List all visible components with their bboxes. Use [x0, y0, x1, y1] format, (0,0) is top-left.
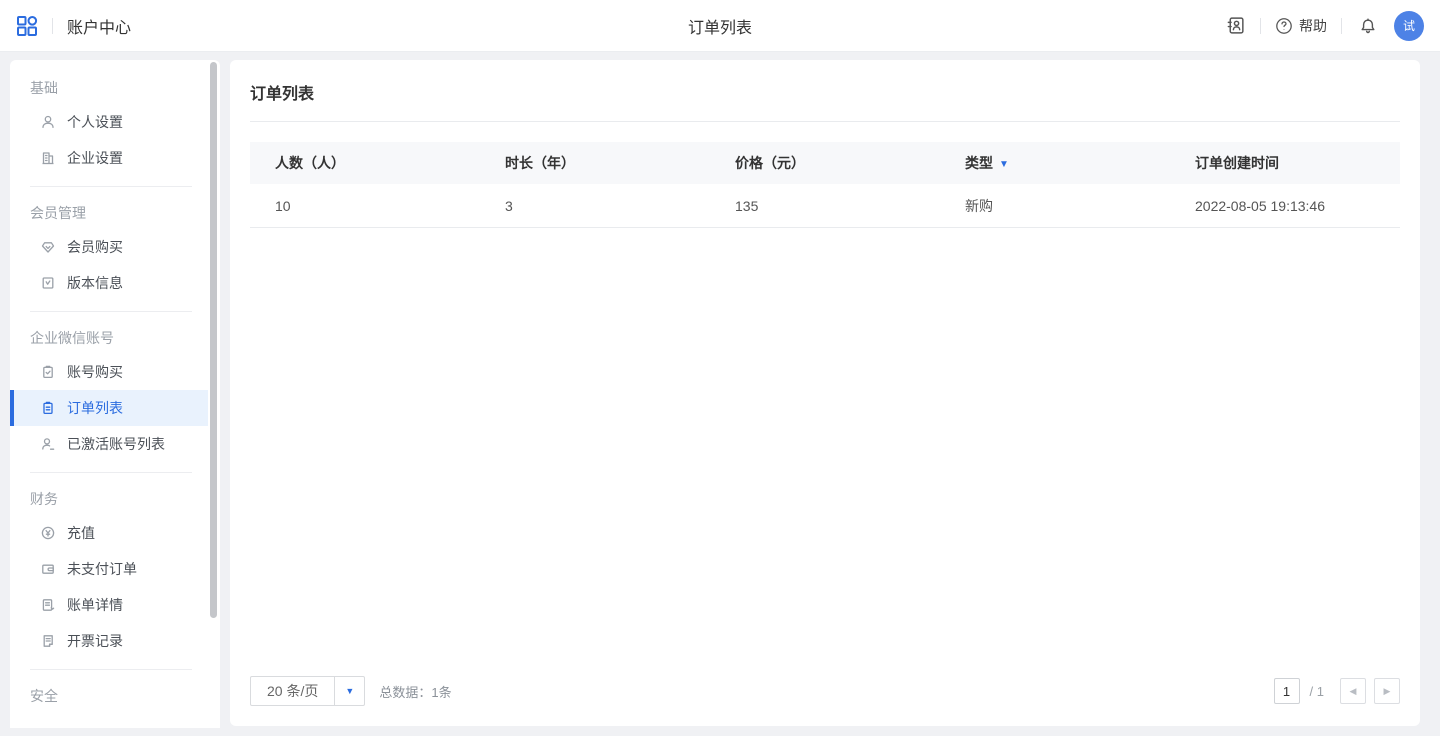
coin-icon — [40, 525, 56, 541]
sidebar-divider — [30, 669, 192, 670]
help-button[interactable]: 帮助 — [1275, 16, 1327, 36]
sidebar-divider — [30, 472, 192, 473]
clipboard-check-icon — [40, 364, 56, 380]
page-title: 订单列表 — [0, 0, 1440, 52]
next-page-button[interactable]: ▶ — [1374, 678, 1400, 704]
orders-table: 人数（人） 时长（年） 价格（元） 类型▼ 订单创建时间 10 3 135 新购… — [250, 142, 1400, 228]
table-header-row: 人数（人） 时长（年） 价格（元） 类型▼ 订单创建时间 — [250, 142, 1400, 184]
column-header-people: 人数（人） — [250, 153, 480, 173]
top-header: 账户中心 订单列表 帮助 — [0, 0, 1440, 52]
sidebar-item-personal-settings[interactable]: 个人设置 — [10, 104, 208, 140]
bill-icon — [40, 597, 56, 613]
title-divider — [250, 121, 1400, 122]
header-divider — [1260, 18, 1261, 34]
sidebar-item-bill-details[interactable]: 账单详情 — [10, 587, 208, 623]
clipboard-list-icon — [40, 400, 56, 416]
sidebar-item-version-info[interactable]: 版本信息 — [10, 265, 208, 301]
sidebar-section-membership: 会员管理 — [10, 197, 220, 229]
column-header-created-time: 订单创建时间 — [1170, 153, 1400, 173]
sidebar-item-recharge[interactable]: 充值 — [10, 515, 208, 551]
sidebar-item-label: 账号购买 — [67, 362, 123, 382]
sidebar-item-member-purchase[interactable]: 会员购买 — [10, 229, 208, 265]
header-divider — [52, 18, 53, 34]
sidebar-section-basic: 基础 — [10, 72, 220, 104]
chevron-down-icon: ▼ — [334, 677, 364, 705]
table-row: 10 3 135 新购 2022-08-05 19:13:46 — [250, 184, 1400, 228]
card-title: 订单列表 — [250, 80, 1400, 104]
sidebar-item-activated-accounts[interactable]: 已激活账号列表 — [10, 426, 208, 462]
help-label: 帮助 — [1299, 16, 1327, 36]
sidebar-item-label: 版本信息 — [67, 273, 123, 293]
sidebar-item-label: 已激活账号列表 — [67, 434, 165, 454]
page-size-select[interactable]: 20 条/页 ▼ — [250, 676, 365, 706]
page-number-input[interactable] — [1274, 678, 1300, 704]
version-doc-icon — [40, 275, 56, 291]
column-header-duration: 时长（年） — [480, 153, 710, 173]
sidebar-item-account-purchase[interactable]: 账号购买 — [10, 354, 208, 390]
avatar[interactable]: 试 — [1394, 11, 1424, 41]
sidebar-item-label: 企业设置 — [67, 148, 123, 168]
wallet-icon — [40, 561, 56, 577]
sidebar-section-wecom-account: 企业微信账号 — [10, 322, 220, 354]
sidebar-item-label: 账单详情 — [67, 595, 123, 615]
page-size-value: 20 条/页 — [251, 677, 334, 705]
sidebar-section-security: 安全 — [10, 680, 220, 712]
prev-page-button[interactable]: ◀ — [1340, 678, 1366, 704]
total-pages-label: / 1 — [1310, 684, 1324, 699]
sidebar-divider — [30, 311, 192, 312]
diamond-icon — [40, 239, 56, 255]
user-icon — [40, 114, 56, 130]
user-list-icon — [40, 436, 56, 452]
sidebar-item-invoice-records[interactable]: 开票记录 — [10, 623, 208, 659]
sidebar-section-finance: 财务 — [10, 483, 220, 515]
cell-type: 新购 — [940, 196, 1170, 216]
sidebar-item-order-list[interactable]: 订单列表 — [10, 390, 208, 426]
column-header-price: 价格（元） — [710, 153, 940, 173]
order-list-card: 订单列表 人数（人） 时长（年） 价格（元） 类型▼ 订单创建时间 10 3 1… — [230, 60, 1420, 726]
sidebar-item-enterprise-settings[interactable]: 企业设置 — [10, 140, 208, 176]
sidebar-item-label: 开票记录 — [67, 631, 123, 651]
sidebar-divider — [30, 186, 192, 187]
building-icon — [40, 150, 56, 166]
app-title: 账户中心 — [67, 14, 131, 38]
sidebar-item-label: 订单列表 — [67, 398, 123, 418]
total-count-label: 总数据：1条 — [379, 682, 451, 701]
sidebar-item-label: 个人设置 — [67, 112, 123, 132]
sidebar: 基础 个人设置 企业设置 会员管理 会员购买 — [10, 60, 220, 728]
contact-book-icon[interactable] — [1225, 15, 1246, 36]
cell-duration: 3 — [480, 198, 710, 214]
column-header-type: 类型▼ — [940, 153, 1170, 173]
question-circle-icon — [1275, 17, 1293, 35]
cell-created-time: 2022-08-05 19:13:46 — [1170, 198, 1400, 214]
sidebar-item-label: 未支付订单 — [67, 559, 137, 579]
app-grid-icon[interactable] — [16, 15, 38, 37]
invoice-icon — [40, 633, 56, 649]
type-filter-icon[interactable]: ▼ — [999, 159, 1009, 170]
notification-bell-icon[interactable] — [1358, 16, 1378, 36]
cell-price: 135 — [710, 198, 940, 214]
sidebar-item-unpaid-orders[interactable]: 未支付订单 — [10, 551, 208, 587]
sidebar-item-label: 充值 — [67, 523, 95, 543]
pagination-bar: 20 条/页 ▼ 总数据：1条 / 1 ◀ ▶ — [250, 676, 1400, 706]
cell-people: 10 — [250, 198, 480, 214]
sidebar-item-label: 会员购买 — [67, 237, 123, 257]
header-divider — [1341, 18, 1342, 34]
sidebar-scrollbar[interactable] — [210, 62, 217, 618]
